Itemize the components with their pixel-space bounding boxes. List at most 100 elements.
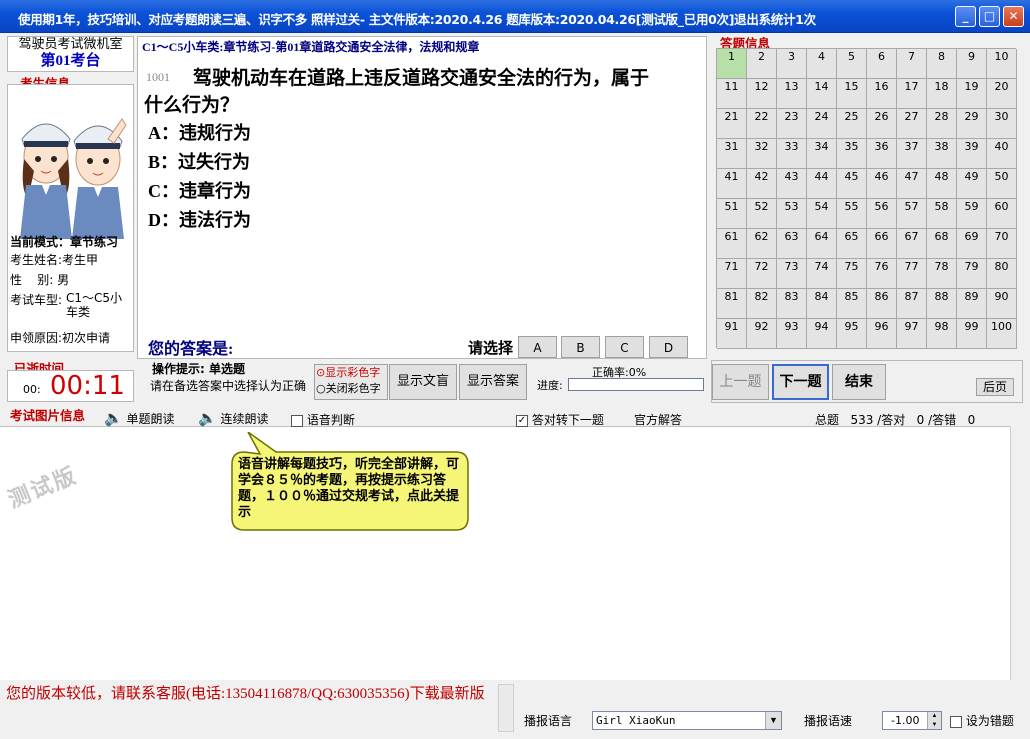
answer-cell[interactable]: 88 — [927, 289, 957, 319]
image-panel-scrollbar[interactable] — [1010, 426, 1030, 680]
answer-cell[interactable]: 37 — [897, 139, 927, 169]
set-wrong-checkbox[interactable]: 设为错题 — [950, 712, 1014, 729]
end-button[interactable]: 结束 — [832, 364, 886, 400]
answer-cell[interactable]: 27 — [897, 109, 927, 139]
show-answer-button[interactable]: 显示答案 — [459, 364, 527, 400]
answer-cell[interactable]: 30 — [987, 109, 1017, 139]
answer-cell[interactable]: 83 — [777, 289, 807, 319]
answer-cell[interactable]: 22 — [747, 109, 777, 139]
answer-cell[interactable]: 21 — [717, 109, 747, 139]
answer-cell[interactable]: 26 — [867, 109, 897, 139]
color-off-radio[interactable]: ○关闭彩色字 — [316, 381, 387, 397]
close-button[interactable]: ✕ — [1003, 6, 1024, 27]
answer-cell[interactable]: 80 — [987, 259, 1017, 289]
answer-cell[interactable]: 58 — [927, 199, 957, 229]
answer-cell[interactable]: 86 — [867, 289, 897, 319]
version-notice[interactable]: 您的版本较低，请联系客服(电话:13504116878/QQ:630035356… — [6, 685, 496, 704]
answer-cell[interactable]: 66 — [867, 229, 897, 259]
choice-c-button[interactable]: C — [605, 336, 644, 358]
answer-cell[interactable]: 1 — [717, 49, 747, 79]
answer-cell[interactable]: 56 — [867, 199, 897, 229]
answer-cell[interactable]: 76 — [867, 259, 897, 289]
answer-cell[interactable]: 6 — [867, 49, 897, 79]
answer-cell[interactable]: 92 — [747, 319, 777, 349]
next-question-button[interactable]: 下一题 — [772, 364, 829, 400]
answer-cell[interactable]: 7 — [897, 49, 927, 79]
answer-cell[interactable]: 79 — [957, 259, 987, 289]
answer-cell[interactable]: 59 — [957, 199, 987, 229]
answer-cell[interactable]: 48 — [927, 169, 957, 199]
answer-cell[interactable]: 64 — [807, 229, 837, 259]
official-answer-link[interactable]: 官方解答 — [634, 411, 682, 428]
answer-cell[interactable]: 100 — [987, 319, 1017, 349]
answer-cell[interactable]: 42 — [747, 169, 777, 199]
answer-cell[interactable]: 19 — [957, 79, 987, 109]
answer-cell[interactable]: 18 — [927, 79, 957, 109]
answer-cell[interactable]: 60 — [987, 199, 1017, 229]
answer-cell[interactable]: 65 — [837, 229, 867, 259]
answer-cell[interactable]: 40 — [987, 139, 1017, 169]
read-single-control[interactable]: 🔈 单题朗读 — [104, 409, 175, 427]
answer-cell[interactable]: 31 — [717, 139, 747, 169]
answer-cell[interactable]: 15 — [837, 79, 867, 109]
answer-cell[interactable]: 46 — [867, 169, 897, 199]
answer-cell[interactable]: 94 — [807, 319, 837, 349]
back-page-button[interactable]: 后页 — [976, 378, 1014, 396]
answer-cell[interactable]: 93 — [777, 319, 807, 349]
answer-cell[interactable]: 3 — [777, 49, 807, 79]
answer-cell[interactable]: 87 — [897, 289, 927, 319]
chevron-down-icon[interactable]: ▼ — [765, 712, 781, 729]
answer-cell[interactable]: 98 — [927, 319, 957, 349]
answer-cell[interactable]: 95 — [837, 319, 867, 349]
choice-a-button[interactable]: A — [518, 336, 557, 358]
answer-cell[interactable]: 2 — [747, 49, 777, 79]
answer-cell[interactable]: 20 — [987, 79, 1017, 109]
answer-cell[interactable]: 32 — [747, 139, 777, 169]
answer-cell[interactable]: 10 — [987, 49, 1017, 79]
stepper-down-icon[interactable]: ▼ — [927, 721, 941, 729]
minimize-button[interactable]: _ — [955, 6, 976, 27]
answer-cell[interactable]: 77 — [897, 259, 927, 289]
answer-cell[interactable]: 24 — [807, 109, 837, 139]
answer-cell[interactable]: 51 — [717, 199, 747, 229]
answer-cell[interactable]: 62 — [747, 229, 777, 259]
answer-cell[interactable]: 5 — [837, 49, 867, 79]
answer-cell[interactable]: 49 — [957, 169, 987, 199]
answer-cell[interactable]: 4 — [807, 49, 837, 79]
color-on-radio[interactable]: ⊙显示彩色字 — [316, 365, 387, 381]
option-a[interactable]: A：违规行为 — [148, 119, 251, 148]
answer-cell[interactable]: 23 — [777, 109, 807, 139]
answer-cell[interactable]: 35 — [837, 139, 867, 169]
choice-b-button[interactable]: B — [561, 336, 600, 358]
speed-stepper[interactable]: -1.00 ▲ ▼ — [882, 711, 942, 730]
answer-cell[interactable]: 73 — [777, 259, 807, 289]
answer-cell[interactable]: 39 — [957, 139, 987, 169]
prev-question-button[interactable]: 上一题 — [712, 364, 769, 400]
answer-cell[interactable]: 9 — [957, 49, 987, 79]
answer-cell[interactable]: 47 — [897, 169, 927, 199]
answer-cell[interactable]: 53 — [777, 199, 807, 229]
answer-cell[interactable]: 67 — [897, 229, 927, 259]
answer-cell[interactable]: 43 — [777, 169, 807, 199]
answer-cell[interactable]: 75 — [837, 259, 867, 289]
answer-cell[interactable]: 34 — [807, 139, 837, 169]
answer-cell[interactable]: 17 — [897, 79, 927, 109]
answer-cell[interactable]: 55 — [837, 199, 867, 229]
notice-scrollbar[interactable] — [498, 684, 514, 732]
answer-cell[interactable]: 28 — [927, 109, 957, 139]
auto-next-checkbox[interactable]: ✓ 答对转下一题 — [516, 411, 604, 428]
voice-select[interactable]: Girl XiaoKun ▼ — [592, 711, 782, 730]
answer-cell[interactable]: 81 — [717, 289, 747, 319]
answer-cell[interactable]: 36 — [867, 139, 897, 169]
answer-cell[interactable]: 89 — [957, 289, 987, 319]
answer-cell[interactable]: 99 — [957, 319, 987, 349]
answer-cell[interactable]: 57 — [897, 199, 927, 229]
maximize-button[interactable]: □ — [979, 6, 1000, 27]
tip-bubble-text[interactable]: 语音讲解每题技巧，听完全部讲解，可学会８５％的考题，再按提示练习答题，１００％通… — [238, 457, 464, 521]
answer-cell[interactable]: 69 — [957, 229, 987, 259]
answer-cell[interactable]: 52 — [747, 199, 777, 229]
answer-cell[interactable]: 71 — [717, 259, 747, 289]
answer-cell[interactable]: 44 — [807, 169, 837, 199]
answer-cell[interactable]: 8 — [927, 49, 957, 79]
answer-cell[interactable]: 63 — [777, 229, 807, 259]
